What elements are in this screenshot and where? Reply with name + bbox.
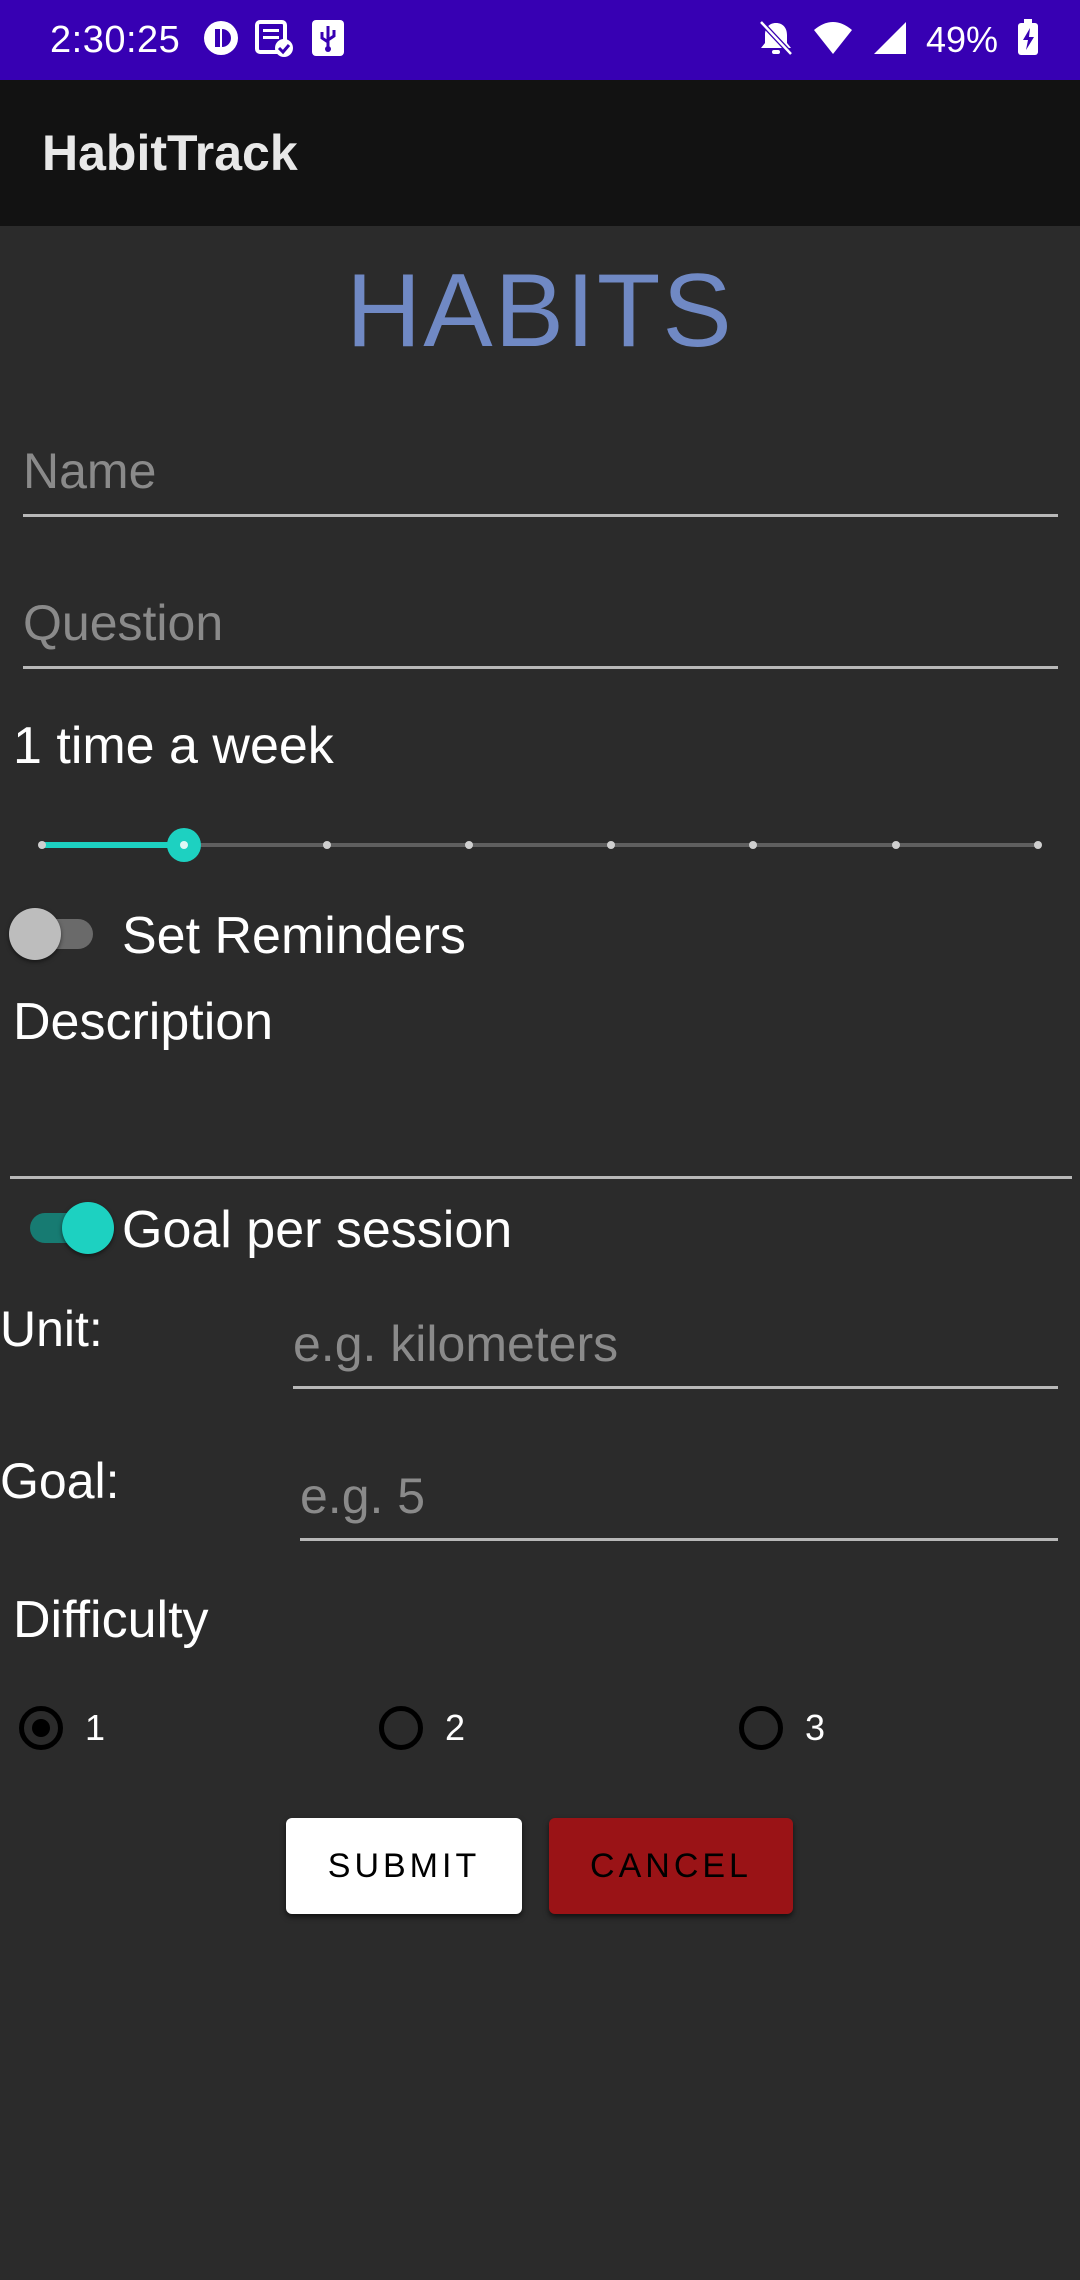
- cancel-button[interactable]: CANCEL: [549, 1818, 793, 1914]
- difficulty-radio-1[interactable]: 1: [19, 1706, 105, 1750]
- status-bar: 2:30:25 49%: [0, 0, 1080, 80]
- radio-button[interactable]: [379, 1706, 423, 1750]
- wifi-icon: [812, 20, 854, 61]
- difficulty-radio-2[interactable]: 2: [379, 1706, 465, 1750]
- description-label: Description: [13, 993, 274, 1051]
- usb-icon: [308, 18, 348, 63]
- frequency-slider[interactable]: [38, 820, 1042, 870]
- slider-tick: [607, 841, 616, 849]
- page-headline: HABITS: [346, 253, 734, 369]
- app-title: HabitTrack: [42, 125, 298, 181]
- signal-icon: [872, 20, 908, 61]
- status-left-icons: [202, 18, 348, 63]
- radio-label: 1: [85, 1707, 106, 1748]
- submit-button[interactable]: SUBMIT: [286, 1818, 522, 1914]
- slider-tick: [322, 841, 331, 849]
- bell-off-icon: [758, 19, 794, 62]
- battery-charging-icon: [1016, 18, 1040, 62]
- slider-tick: [1034, 841, 1042, 849]
- question-input[interactable]: [23, 588, 1058, 669]
- radio-label: 3: [805, 1707, 826, 1748]
- difficulty-label: Difficulty: [13, 1591, 209, 1649]
- status-time: 2:30:25: [50, 18, 181, 61]
- switch-thumb: [9, 908, 61, 960]
- slider-fill: [42, 842, 185, 848]
- privacy-icon: [202, 19, 240, 62]
- switch-thumb: [62, 1202, 114, 1254]
- slider-tick: [38, 841, 46, 849]
- slider-tick: [464, 841, 473, 849]
- status-right-icons: 49%: [758, 18, 1040, 62]
- description-input[interactable]: [10, 1070, 1072, 1179]
- goal-toggle-label: Goal per session: [122, 1201, 513, 1259]
- slider-thumb[interactable]: [167, 828, 202, 862]
- reminders-switch[interactable]: [9, 908, 101, 960]
- slider-tick: [749, 841, 758, 849]
- battery-percent: 49%: [925, 19, 998, 60]
- difficulty-radio-3[interactable]: 3: [739, 1706, 825, 1750]
- radio-label: 2: [445, 1707, 466, 1748]
- slider-tick: [891, 841, 900, 849]
- app-bar: HabitTrack: [0, 80, 1080, 226]
- goal-switch[interactable]: [22, 1202, 114, 1254]
- goal-input[interactable]: [300, 1462, 1058, 1541]
- reminders-label: Set Reminders: [122, 907, 466, 965]
- unit-input[interactable]: [293, 1310, 1058, 1389]
- unit-label: Unit:: [0, 1301, 103, 1357]
- goal-label: Goal:: [0, 1453, 120, 1509]
- notes-icon: [254, 18, 294, 63]
- name-input[interactable]: [23, 436, 1058, 517]
- radio-button[interactable]: [19, 1706, 63, 1750]
- radio-button[interactable]: [739, 1706, 783, 1750]
- frequency-label: 1 time a week: [13, 717, 334, 775]
